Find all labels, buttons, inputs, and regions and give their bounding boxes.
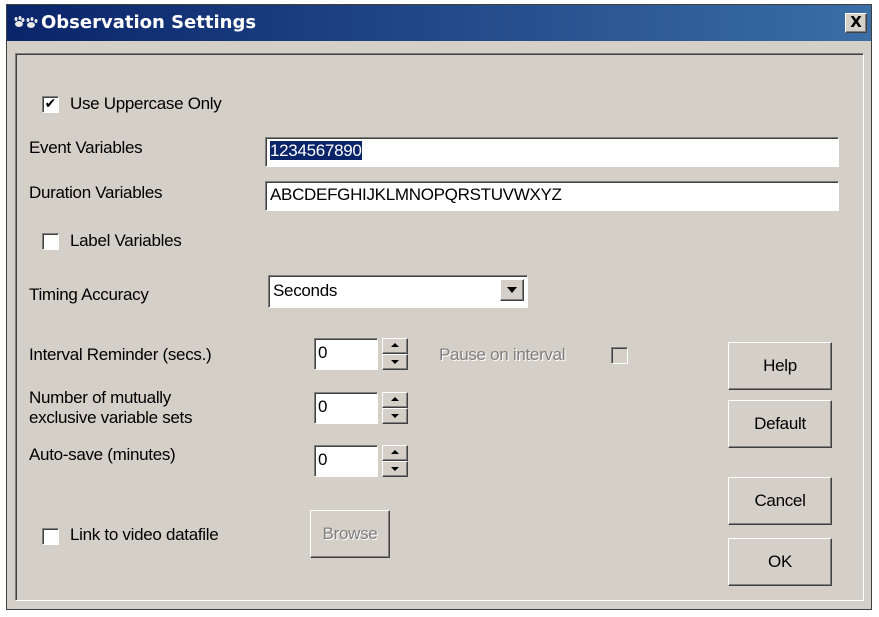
event-variables-input[interactable]: 1234567890 bbox=[265, 137, 839, 167]
cancel-button[interactable]: Cancel bbox=[728, 477, 832, 525]
close-button[interactable]: X bbox=[845, 13, 867, 33]
label-variables-checkbox[interactable] bbox=[42, 233, 59, 250]
app-paws-icon bbox=[14, 16, 38, 28]
timing-accuracy-select[interactable]: Seconds bbox=[268, 275, 528, 308]
link-video-checkbox[interactable] bbox=[42, 528, 59, 545]
help-button[interactable]: Help bbox=[728, 342, 832, 390]
timing-accuracy-label: Timing Accuracy bbox=[29, 285, 149, 304]
close-icon: X bbox=[850, 13, 862, 31]
duration-variables-input[interactable]: ABCDEFGHIJKLMNOPQRSTUVWXYZ bbox=[265, 181, 839, 211]
spin-down-icon[interactable] bbox=[382, 408, 408, 424]
link-video-label: Link to video datafile bbox=[70, 525, 219, 544]
browse-button-label: Browse bbox=[322, 524, 378, 543]
mutually-exclusive-spin bbox=[382, 392, 408, 424]
interval-reminder-input[interactable]: 0 bbox=[314, 338, 378, 370]
spin-down-icon[interactable] bbox=[382, 354, 408, 370]
ok-button[interactable]: OK bbox=[728, 538, 832, 586]
mutually-exclusive-stepper: 0 bbox=[314, 392, 410, 424]
help-button-label: Help bbox=[763, 356, 797, 375]
auto-save-value: 0 bbox=[318, 450, 328, 469]
mutually-exclusive-input[interactable]: 0 bbox=[314, 392, 378, 424]
uppercase-checkbox[interactable]: ✔ bbox=[42, 96, 59, 113]
ok-button-label: OK bbox=[768, 552, 792, 571]
auto-save-label: Auto-save (minutes) bbox=[29, 445, 176, 464]
event-variables-value: 1234567890 bbox=[270, 141, 362, 160]
title-bar[interactable]: Observation Settings X bbox=[7, 5, 871, 41]
event-variables-label: Event Variables bbox=[29, 138, 143, 157]
uppercase-label: Use Uppercase Only bbox=[70, 94, 222, 113]
auto-save-stepper: 0 bbox=[314, 445, 410, 477]
auto-save-spin bbox=[382, 445, 408, 477]
mutually-exclusive-label-line2: exclusive variable sets bbox=[29, 408, 193, 427]
interval-reminder-spin bbox=[382, 338, 408, 370]
pause-on-interval-checkbox[interactable] bbox=[611, 347, 628, 364]
default-button-label: Default bbox=[754, 414, 806, 433]
timing-accuracy-value: Seconds bbox=[273, 281, 338, 300]
checkmark-icon: ✔ bbox=[44, 96, 57, 112]
interval-reminder-label: Interval Reminder (secs.) bbox=[29, 345, 212, 364]
pause-on-interval-label: Pause on interval bbox=[439, 345, 566, 364]
interval-reminder-value: 0 bbox=[318, 343, 328, 362]
spin-up-icon[interactable] bbox=[382, 445, 408, 461]
cancel-button-label: Cancel bbox=[754, 491, 806, 510]
spin-up-icon[interactable] bbox=[382, 338, 408, 354]
spin-down-icon[interactable] bbox=[382, 461, 408, 477]
default-button[interactable]: Default bbox=[728, 400, 832, 448]
mutually-exclusive-label-line1: Number of mutually bbox=[29, 388, 171, 407]
window-title: Observation Settings bbox=[41, 12, 257, 33]
interval-reminder-stepper: 0 bbox=[314, 338, 410, 370]
auto-save-input[interactable]: 0 bbox=[314, 445, 378, 477]
mutually-exclusive-value: 0 bbox=[318, 397, 328, 416]
observation-settings-dialog: Observation Settings X ✔ Use Uppercase O… bbox=[6, 4, 872, 610]
duration-variables-value: ABCDEFGHIJKLMNOPQRSTUVWXYZ bbox=[270, 185, 562, 204]
label-variables-label: Label Variables bbox=[70, 231, 182, 250]
chevron-down-icon[interactable] bbox=[500, 279, 524, 301]
duration-variables-label: Duration Variables bbox=[29, 183, 163, 202]
spin-up-icon[interactable] bbox=[382, 392, 408, 408]
browse-button[interactable]: Browse bbox=[310, 510, 390, 558]
